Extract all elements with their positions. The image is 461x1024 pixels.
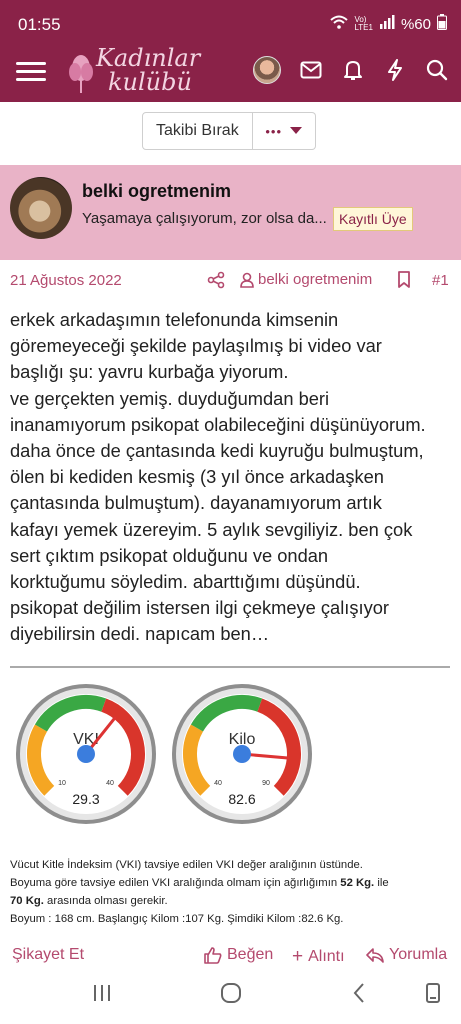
header-actions	[253, 56, 449, 84]
like-button[interactable]: Beğen	[204, 946, 273, 964]
post-author-link[interactable]: belki ogretmenim	[240, 271, 372, 288]
signature-line: Boyum : 168 cm. Başlangıç Kilom :107 Kg.…	[10, 913, 344, 925]
bell-icon[interactable]	[341, 58, 365, 82]
reply-icon	[366, 948, 384, 963]
post-author-name: belki ogretmenim	[258, 271, 373, 288]
member-badge: Kayıtlı Üye	[333, 207, 413, 231]
gauge-max-label: 90	[262, 780, 270, 787]
battery-icon	[437, 14, 447, 34]
battery-text: %60	[400, 15, 431, 33]
signal-icon	[379, 15, 395, 33]
logo-text-line2: kulübü	[108, 68, 192, 96]
gauge-value: 29.3	[72, 791, 99, 807]
reply-button[interactable]: Yorumla	[366, 946, 447, 964]
system-icons: Vo) LTE1 %60	[330, 14, 447, 34]
post-line: korktuğumu söyledim. abarttığımı düşündü…	[10, 571, 361, 593]
quote-label: Alıntı	[308, 948, 345, 965]
weight-gauge: Kilo 40 90 82.6	[172, 684, 312, 824]
post-line: inanamıyorum psikopat olabileceğini düşü…	[10, 413, 426, 435]
more-dots: •••	[265, 123, 283, 139]
share-icon[interactable]	[207, 271, 225, 293]
gauge-hub	[233, 745, 251, 763]
signature-divider	[10, 666, 450, 668]
app-header: Kadınlar kulübü	[0, 44, 461, 102]
post-line: sert çıktım psikopat olduğunu ve ondan	[10, 544, 329, 566]
logo-flower-icon	[69, 55, 93, 93]
lte-icon: Vo) LTE1	[354, 15, 373, 32]
post-line: ölen bi kediden kesmiş (3 yıl önce arkad…	[10, 466, 384, 488]
signature-line: 70 Kg. arasında olması gerekir.	[10, 895, 168, 907]
post-line: başlığı şu: yavru kurbağa yiyorum.	[10, 361, 289, 383]
more-options-button[interactable]: •••	[252, 112, 316, 150]
author-name[interactable]: belki ogretmenim	[82, 181, 231, 202]
status-time: 01:55	[18, 15, 61, 34]
author-title: Yaşamaya çalışıyorum, zor olsa da...	[82, 210, 327, 227]
post-line: erkek arkadaşımın telefonunda kimsenin	[10, 309, 339, 330]
post-author-bar: belki ogretmenim Yaşamaya çalışıyorum, z…	[0, 165, 461, 260]
wifi-icon	[330, 15, 349, 33]
post-line: ve gerçekten yemiş. duyduğumdan beri	[10, 387, 330, 409]
plus-icon: +	[292, 946, 304, 967]
bookmark-icon[interactable]	[397, 271, 411, 293]
gauge-max-label: 40	[106, 780, 114, 787]
post-line: daha önce de çantasında kedi kuyruğu bul…	[10, 440, 424, 462]
bmi-gauge: VKI 10 40 29.3	[16, 684, 156, 824]
quote-button[interactable]: + Alıntı	[292, 946, 345, 968]
user-icon	[240, 272, 254, 288]
back-icon[interactable]	[352, 982, 366, 1009]
report-link[interactable]: Şikayet Et	[12, 946, 84, 964]
gauge-min-label: 40	[214, 780, 222, 787]
post-line: kafayı yemek üzereyim. 5 aylık sevgiliyi…	[10, 518, 413, 540]
post-actions: Şikayet Et Beğen + Alıntı Yorumla	[0, 940, 461, 970]
system-nav-bar	[0, 970, 461, 1024]
author-avatar[interactable]	[10, 177, 72, 239]
post-number[interactable]: #1	[432, 272, 449, 289]
gauge-min-label: 10	[58, 780, 66, 787]
thumbs-up-icon	[204, 946, 222, 964]
post-body: erkek arkadaşımın telefonunda kimsenin g…	[10, 307, 454, 648]
gauge-hub	[77, 745, 95, 763]
gauge-value: 82.6	[228, 791, 255, 807]
like-label: Beğen	[227, 946, 274, 963]
post-meta: 21 Ağustos 2022 belki ogretmenim #1	[0, 262, 461, 298]
user-avatar[interactable]	[253, 56, 281, 84]
lightning-icon[interactable]	[383, 58, 407, 82]
site-logo[interactable]: Kadınlar kulübü	[62, 44, 202, 100]
unfollow-button[interactable]: Takibi Bırak	[142, 112, 253, 150]
signature-line: Boyuma göre tavsiye edilen VKI aralığınd…	[10, 877, 389, 889]
follow-controls: Takibi Bırak •••	[142, 112, 316, 150]
search-icon[interactable]	[425, 58, 449, 82]
signature-text: Vücut Kitle İndeksim (VKI) tavsiye edile…	[10, 856, 450, 928]
post-line: göremeyeceği şekilde paylaşılmış bi vide…	[10, 335, 382, 357]
screenshot-icon[interactable]	[424, 982, 442, 1009]
reply-label: Yorumla	[389, 946, 448, 963]
signature-line: Vücut Kitle İndeksim (VKI) tavsiye edile…	[10, 859, 363, 871]
post-line: diyebilirsin dedi. napıcam ben…	[10, 623, 270, 645]
post-date[interactable]: 21 Ağustos 2022	[10, 272, 122, 289]
post-line: çantasında bulmuştum). dayanamıyorum art…	[10, 492, 382, 514]
menu-icon[interactable]	[16, 58, 46, 88]
status-bar: 01:55 Vo) LTE1 %60	[0, 0, 461, 50]
mail-icon[interactable]	[299, 58, 323, 82]
post-line: psikopat değilim istersen ilgi çekmeye ç…	[10, 597, 389, 619]
recent-apps-icon[interactable]	[92, 982, 112, 1009]
home-icon[interactable]	[220, 982, 242, 1009]
chevron-down-icon	[290, 122, 303, 140]
